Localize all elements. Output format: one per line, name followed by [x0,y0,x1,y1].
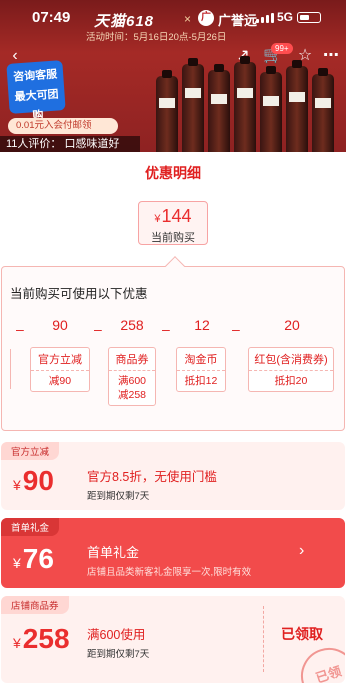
discount-value: 90 [52,317,68,333]
coupon-amount: ¥76 [13,542,54,580]
ticket-detail-line: 抵扣12 [184,375,218,387]
battery-icon [297,12,321,23]
coupon-tag: 官方立减 [1,442,60,460]
ticket-detail-line: 抵扣20 [274,375,308,387]
promo-tag: 咨询客服 最大可团购 [6,60,66,122]
sheet-title: 优惠明细 [145,165,201,181]
coupon-card-first-order[interactable]: 首单礼金 ¥76 首单礼金 店铺且品类新客礼金限享一次,限时有效 › [1,518,345,588]
bottle-image [234,56,256,152]
discount-sheet: 优惠明细 ¥144 当前购买 当前购买可使用以下优惠 – 90 – 258 – … [0,152,346,683]
ticket-name: 红包(含消费券) [249,348,333,371]
ticket-detail: 抵扣12 [177,371,225,391]
coupon-amount-value: 76 [22,543,54,574]
discount-value: 20 [284,317,300,333]
status-time: 07:49 [32,9,71,26]
current-price-box: ¥144 当前购买 [138,201,208,245]
ticket-detail: 减90 [31,371,89,391]
current-price-label: 当前购买 [151,232,195,244]
campaign-brand: 天猫618 [94,13,155,30]
coupon-card-official[interactable]: 官方立减 ¥90 官方8.5折，无使用门槛 距到期仅剩7天 [1,442,345,510]
ticket-detail-line: 减258 [117,389,147,401]
claimed-stamp-icon: 已领 [293,640,345,683]
ticket-detail-line: 减90 [48,375,72,387]
ticket-detail-line: 满600 [117,375,147,387]
discount-value: 258 [120,317,144,333]
coupon-tag: 店铺商品券 [1,596,69,614]
review-summary[interactable]: 11人评价： 口感味道好 [0,136,140,152]
coupon-card-store[interactable]: 店铺商品券 ¥258 满600使用 距到期仅剩7天 已领取 已领 [1,596,345,683]
currency-symbol: ¥ [13,635,21,651]
bottle-image [208,64,230,152]
coupon-amount-value: 90 [22,465,54,496]
ticket-name: 官方立减 [31,348,89,371]
store-logo-icon: 广 [198,10,214,26]
coupon-expiry: 距到期仅剩7天 [87,491,150,502]
member-tag: 0.01元入会付邮领 [8,118,118,134]
current-price: ¥144 [139,202,207,231]
coupon-rule: 店铺且品类新客礼金限享一次,限时有效 [87,567,252,578]
coupon-amount-value: 258 [22,623,70,654]
cart-badge: 99+ [271,43,293,54]
bottle-image [260,66,282,152]
campaign-time: 活动时间：5月16日20点-5月26日 [86,32,227,43]
minus-sign: – [232,321,240,337]
currency-symbol: ¥ [13,477,21,493]
discount-ticket-coupon: 商品券 满600 减258 [108,347,156,406]
discount-ticket-official: 官方立减 减90 [30,347,90,392]
ticket-name: 商品券 [109,348,155,371]
campaign-banner: 天猫618 × 广 广誉远 活动时间：5月16日20点-5月26日 [86,8,272,43]
chevron-right-icon[interactable]: › [299,542,304,560]
coupon-amount: ¥258 [13,622,70,660]
coupon-desc: 满600使用 [87,628,146,642]
coupon-tag: 首单礼金 [1,518,60,536]
bottle-image [312,68,334,152]
ticket-detail: 满600 减258 [109,371,155,405]
coupon-divider [263,606,264,672]
discount-ticket-coins: 淘金币 抵扣12 [176,347,226,392]
discount-ticket-redpacket: 红包(含消费券) 抵扣20 [248,347,334,392]
coupon-expiry: 距到期仅剩7天 [87,649,150,660]
minus-sign: – [162,321,170,337]
bottle-image [286,60,308,152]
network-label: 5G [277,10,294,24]
ticket-detail: 抵扣20 [249,371,333,391]
coupon-amount: ¥90 [13,464,54,502]
campaign-cross: × [184,12,192,26]
bottle-image [156,70,178,152]
minus-sign: – [94,321,102,337]
discount-breakdown-panel: 当前购买可使用以下优惠 – 90 – 258 – 12 – 20 官方立减 减9… [1,256,345,431]
coupon-desc: 官方8.5折，无使用门槛 [87,470,217,484]
currency-symbol: ¥ [13,555,21,571]
ticket-bracket [10,349,16,389]
store-name: 广誉远 [218,13,258,28]
currency-symbol: ¥ [154,213,161,225]
bottle-image [182,58,204,152]
panel-title: 当前购买可使用以下优惠 [10,287,148,301]
current-price-value: 144 [161,206,192,226]
discount-value: 12 [194,317,210,333]
product-image [150,56,346,152]
panel-notch [165,256,185,276]
product-banner: 07:49 5G 天猫618 × 广 广誉远 活动时间：5月16日20点-5月2… [0,0,346,152]
coupon-desc: 首单礼金 [87,545,140,560]
ticket-name: 淘金币 [177,348,225,371]
minus-sign: – [16,321,24,337]
coupon-claimed-status: 已领取 [281,626,323,642]
